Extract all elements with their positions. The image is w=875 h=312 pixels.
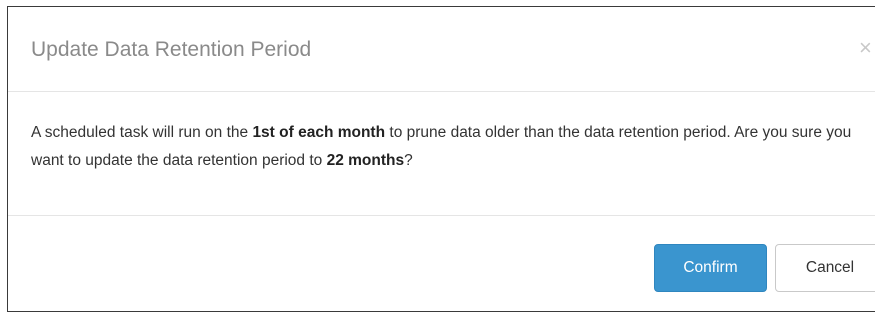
dialog-message: A scheduled task will run on the 1st of … [31,119,875,175]
dialog-footer: Confirm Cancel [8,216,875,311]
update-retention-dialog: Update Data Retention Period × A schedul… [7,6,875,312]
cancel-button[interactable]: Cancel [775,244,875,292]
confirm-button[interactable]: Confirm [654,244,767,292]
close-icon[interactable]: × [859,35,872,61]
dialog-title: Update Data Retention Period [31,38,312,61]
message-text-part1: A scheduled task will run on the [31,124,253,141]
retention-period-emphasis: 22 months [326,152,405,169]
message-text-part3: ? [404,152,413,169]
dialog-body: A scheduled task will run on the 1st of … [8,92,875,216]
schedule-emphasis: 1st of each month [252,124,386,141]
dialog-header: Update Data Retention Period × [8,7,875,92]
